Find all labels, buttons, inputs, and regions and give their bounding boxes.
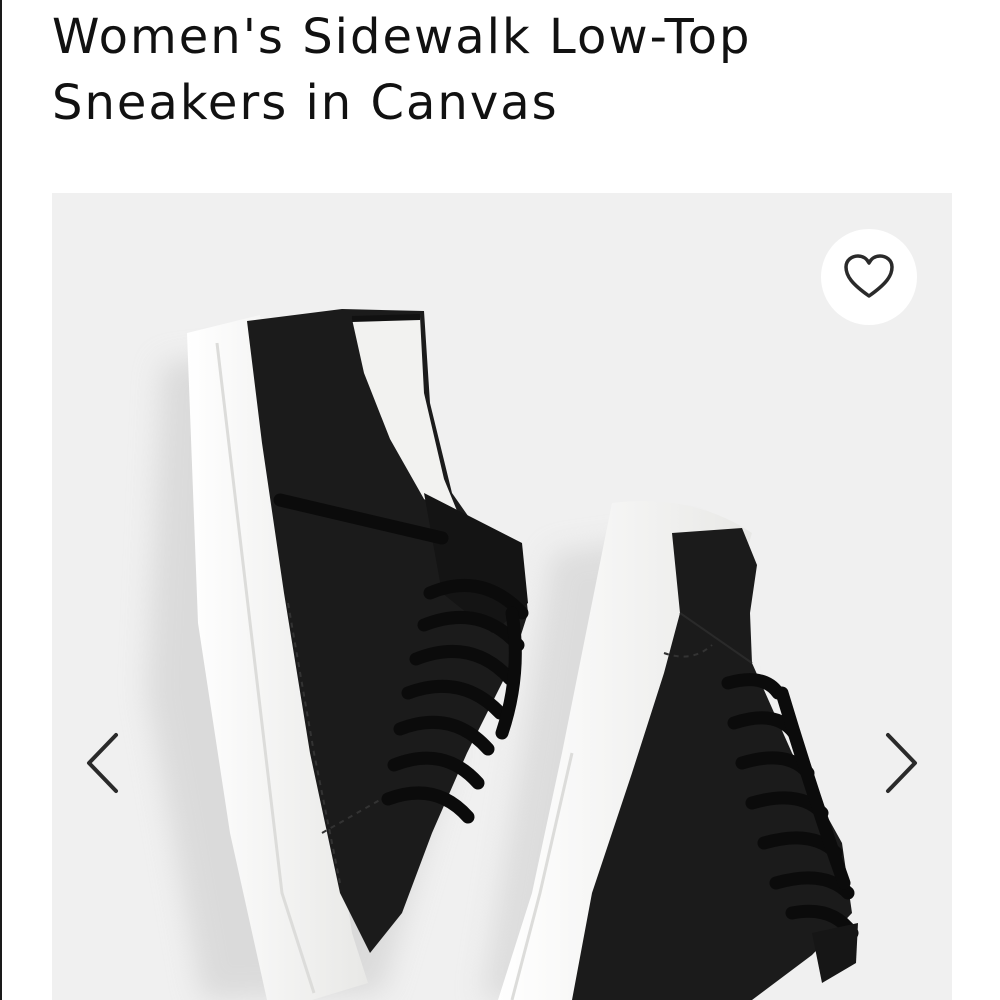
next-image-button[interactable]	[876, 728, 926, 798]
product-image-gallery[interactable]	[52, 193, 952, 1000]
previous-image-button[interactable]	[78, 728, 128, 798]
product-image	[147, 309, 859, 1000]
chevron-right-icon	[886, 733, 917, 793]
heart-outline-icon	[844, 254, 894, 298]
product-page: Women's Sidewalk Low-Top Sneakers in Can…	[0, 0, 1000, 1000]
chevron-left-icon	[87, 733, 118, 793]
favorite-button[interactable]	[821, 229, 917, 325]
product-title: Women's Sidewalk Low-Top Sneakers in Can…	[52, 9, 752, 131]
